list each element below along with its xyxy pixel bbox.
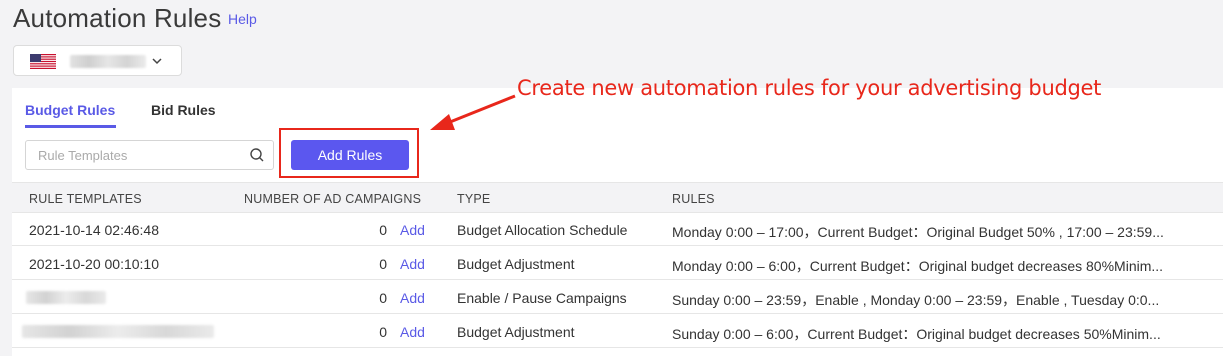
table-row[interactable]: 0 Add Budget Adjustment Sunday 0:00 – 6:… (12, 315, 1223, 348)
campaign-count: 0 (379, 222, 387, 238)
column-header: RULES (672, 192, 715, 206)
campaign-count: 0 (379, 256, 387, 272)
rule-templates-search (25, 140, 274, 170)
table-header: RULE TEMPLATES NUMBER OF AD CAMPAIGNS TY… (12, 182, 1223, 213)
annotation-text: Create new automation rules for your adv… (517, 76, 1102, 100)
chevron-down-icon (152, 58, 162, 65)
rule-template-name: 2021-10-14 02:46:48 (29, 222, 159, 238)
table-row[interactable]: 2021-10-20 00:10:10 0 Add Budget Adjustm… (12, 247, 1223, 280)
tab-bid-rules[interactable]: Bid Rules (151, 102, 216, 118)
us-flag-icon (30, 54, 56, 69)
store-selector[interactable] (13, 45, 182, 76)
rule-type: Enable / Pause Campaigns (457, 290, 627, 306)
rule-template-name-redacted (22, 325, 214, 338)
page-title: Automation Rules (13, 3, 222, 33)
add-campaign-link[interactable]: Add (400, 222, 425, 238)
column-header: NUMBER OF AD CAMPAIGNS (244, 192, 422, 206)
rule-type: Budget Allocation Schedule (457, 222, 628, 238)
rule-template-name: 2021-10-20 00:10:10 (29, 256, 159, 272)
store-name-redacted (70, 55, 146, 68)
active-tab-indicator (25, 125, 116, 128)
rule-template-name-redacted (26, 291, 106, 304)
help-link[interactable]: Help (228, 11, 257, 27)
search-input[interactable] (26, 141, 241, 169)
rule-type: Budget Adjustment (457, 324, 575, 340)
rule-description: Sunday 0:00 – 6:00，Current Budget：Origin… (672, 326, 1161, 342)
annotation-arrow-icon (430, 94, 516, 130)
rule-description: Sunday 0:00 – 23:59，Enable , Monday 0:00… (672, 292, 1160, 308)
add-campaign-link[interactable]: Add (400, 256, 425, 272)
rule-type: Budget Adjustment (457, 256, 575, 272)
campaign-count: 0 (379, 290, 387, 306)
column-header: TYPE (457, 192, 491, 206)
table-row[interactable]: 0 Add Enable / Pause Campaigns Sunday 0:… (12, 281, 1223, 314)
column-header: RULE TEMPLATES (29, 192, 142, 206)
table-row[interactable]: 2021-10-14 02:46:48 0 Add Budget Allocat… (12, 213, 1223, 246)
add-campaign-link[interactable]: Add (400, 290, 425, 306)
rule-description: Monday 0:00 – 17:00，Current Budget：Origi… (672, 224, 1164, 240)
campaign-count: 0 (379, 324, 387, 340)
add-rules-button[interactable]: Add Rules (291, 140, 409, 170)
rule-description: Monday 0:00 – 6:00，Current Budget：Origin… (672, 258, 1164, 274)
add-campaign-link[interactable]: Add (400, 324, 425, 340)
search-icon[interactable] (249, 147, 265, 163)
tab-budget-rules[interactable]: Budget Rules (25, 102, 115, 118)
